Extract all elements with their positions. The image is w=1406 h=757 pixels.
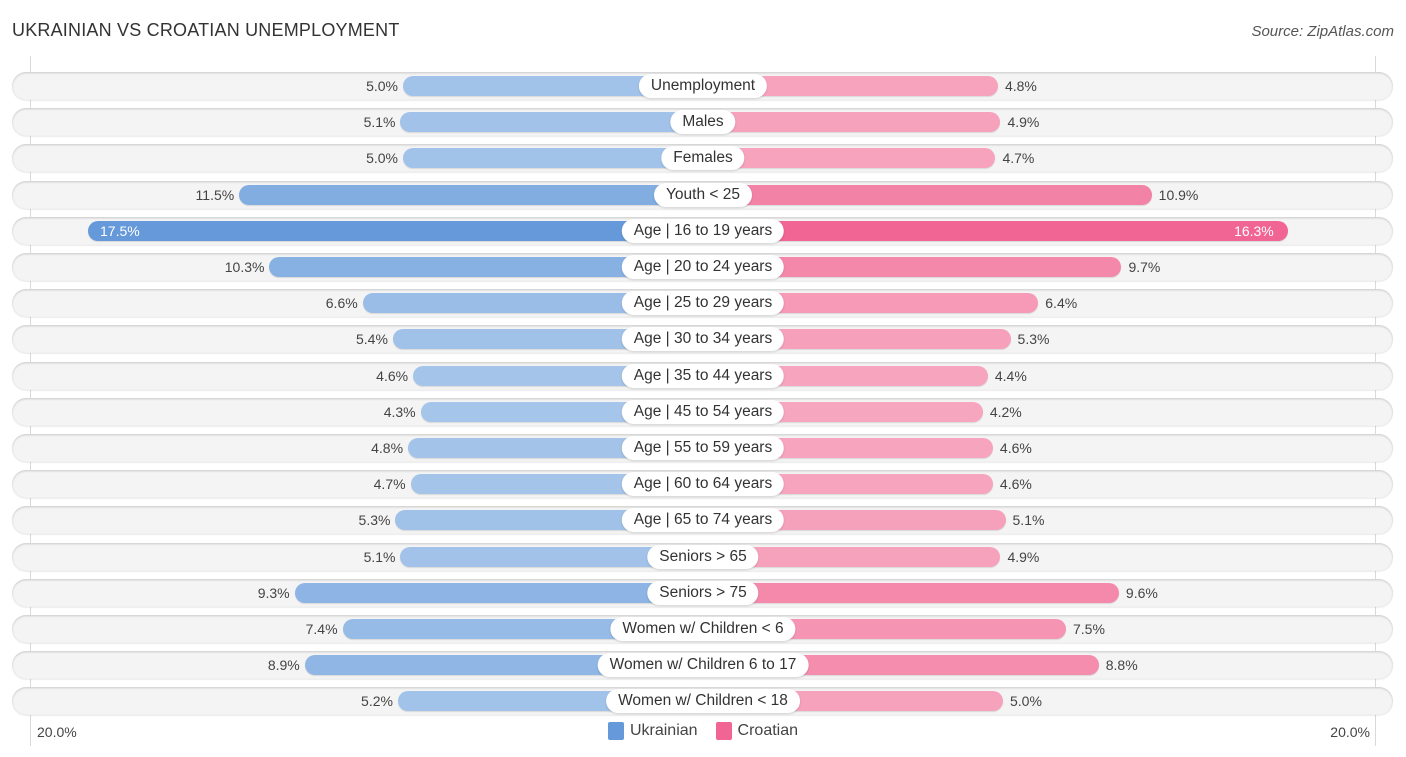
- bar-croatian[interactable]: [703, 184, 1152, 205]
- category-label: Women w/ Children 6 to 17: [597, 653, 809, 678]
- value-label-ukrainian: 5.1%: [363, 114, 396, 131]
- value-label-croatian: 8.8%: [1105, 657, 1138, 674]
- bar-croatian[interactable]: [703, 148, 996, 169]
- value-label-ukrainian: 5.2%: [361, 693, 393, 710]
- value-label-croatian: 6.4%: [1045, 295, 1078, 312]
- category-label: Age | 30 to 34 years: [621, 327, 785, 352]
- legend-label-ukrainian: Ukrainian: [629, 722, 698, 739]
- value-label-croatian: 7.5%: [1073, 621, 1105, 637]
- value-label-ukrainian: 5.1%: [363, 548, 396, 565]
- category-label: Seniors > 65: [647, 544, 759, 569]
- legend-swatch-croatian: [715, 722, 732, 740]
- value-label-ukrainian: 8.9%: [267, 657, 300, 674]
- bar-croatian[interactable]: [703, 112, 1001, 133]
- value-label-croatian: 10.9%: [1158, 186, 1199, 203]
- value-label-croatian: 4.9%: [1007, 114, 1040, 131]
- category-label: Age | 25 to 29 years: [621, 291, 785, 316]
- category-label: Seniors > 75: [647, 580, 759, 605]
- value-label-croatian: 4.4%: [994, 367, 1027, 384]
- value-label-ukrainian: 6.6%: [325, 295, 358, 312]
- legend-item-ukrainian[interactable]: Ukrainian: [607, 722, 698, 740]
- value-label-croatian: 9.6%: [1125, 584, 1158, 601]
- value-label-croatian: 4.8%: [1004, 78, 1037, 94]
- value-label-ukrainian: 5.0%: [366, 78, 398, 94]
- value-label-croatian: 16.3%: [1234, 222, 1274, 239]
- value-label-croatian: 5.1%: [1012, 512, 1045, 529]
- value-label-ukrainian: 9.3%: [257, 584, 290, 601]
- category-label: Age | 20 to 24 years: [621, 255, 785, 279]
- category-label: Youth < 25: [654, 182, 752, 207]
- legend-label-croatian: Croatian: [737, 722, 799, 739]
- category-label: Age | 16 to 19 years: [621, 218, 785, 243]
- value-label-croatian: 9.7%: [1128, 259, 1161, 275]
- value-label-ukrainian: 5.4%: [356, 331, 388, 348]
- bar-ukrainian[interactable]: [294, 582, 703, 603]
- category-label: Age | 35 to 44 years: [621, 363, 785, 388]
- bar-ukrainian[interactable]: [239, 184, 703, 205]
- value-label-ukrainian: 5.0%: [366, 150, 398, 167]
- value-label-ukrainian: 10.3%: [224, 259, 265, 275]
- category-label: Age | 45 to 54 years: [621, 399, 785, 424]
- legend-swatch-ukrainian: [607, 722, 624, 740]
- chart-area: 5.0% 4.8% Unemployment 5.1% 4.9% Males 5.0% 4.7…: [0, 0, 1406, 757]
- value-label-ukrainian: 4.6%: [376, 367, 409, 384]
- value-label-croatian: 4.2%: [989, 403, 1022, 420]
- category-label: Unemployment: [638, 74, 768, 98]
- value-label-croatian: 4.6%: [999, 476, 1032, 493]
- category-label: Males: [670, 110, 736, 135]
- legend: Ukrainian Croatian: [0, 722, 1406, 740]
- category-label: Women w/ Children < 6: [610, 617, 796, 641]
- value-label-ukrainian: 17.5%: [100, 222, 140, 239]
- bar-ukrainian[interactable]: [403, 148, 703, 169]
- value-label-ukrainian: 4.3%: [383, 403, 416, 420]
- bar-croatian[interactable]: [703, 582, 1119, 603]
- category-label: Age | 65 to 74 years: [621, 508, 785, 533]
- value-label-ukrainian: 5.3%: [358, 512, 391, 529]
- category-label: Females: [661, 146, 745, 171]
- legend-item-croatian[interactable]: Croatian: [715, 722, 799, 740]
- bar-ukrainian[interactable]: [400, 112, 703, 133]
- bar-croatian[interactable]: [703, 220, 1288, 241]
- value-label-croatian: 4.9%: [1007, 548, 1040, 565]
- value-label-croatian: 5.0%: [1010, 693, 1042, 710]
- value-label-ukrainian: 4.8%: [371, 440, 404, 456]
- value-label-croatian: 4.6%: [999, 440, 1032, 456]
- category-label: Age | 60 to 64 years: [621, 472, 785, 497]
- value-label-ukrainian: 4.7%: [373, 476, 406, 493]
- category-label: Women w/ Children < 18: [606, 689, 800, 714]
- value-label-croatian: 5.3%: [1017, 331, 1050, 348]
- value-label-ukrainian: 7.4%: [305, 621, 338, 637]
- value-label-ukrainian: 11.5%: [195, 186, 235, 203]
- value-label-croatian: 4.7%: [1002, 150, 1035, 167]
- category-label: Age | 55 to 59 years: [621, 436, 785, 460]
- bar-ukrainian[interactable]: [88, 220, 703, 241]
